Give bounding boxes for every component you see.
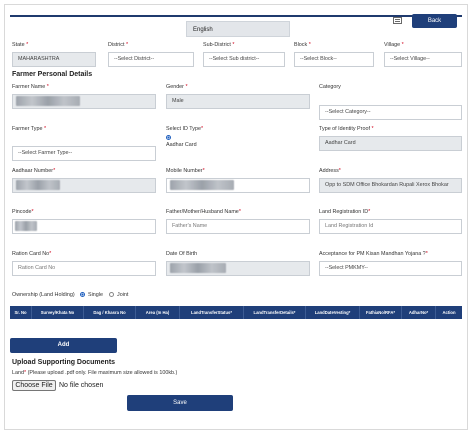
land-upload-label: Land* (Please upload .pdf only. File max…: [12, 370, 178, 376]
aadhar-option-label: Aadhar Card: [166, 142, 197, 148]
joint-label: Joint: [117, 292, 129, 298]
col-area: Area (In Ha): [136, 306, 180, 319]
keyboard-icon[interactable]: [393, 17, 402, 24]
language-select[interactable]: English: [186, 21, 290, 37]
select-id-label: Select ID Type*: [166, 126, 204, 132]
page-frame: [4, 4, 468, 430]
farmer-type-select[interactable]: --Select Farmer Type--: [12, 146, 156, 161]
block-label: Block *: [294, 42, 311, 48]
col-adhar: AdharNo*: [402, 306, 436, 319]
single-label: Single: [88, 292, 103, 298]
col-transfer-details: LandTransferDetails*: [244, 306, 306, 319]
pm-kisan-label: Acceptance for PM Kisan Mandhan Yojana ?…: [319, 251, 428, 257]
col-fathia: FathiaNo/RFA*: [360, 306, 402, 319]
aadhar-radio[interactable]: [166, 135, 171, 140]
redacted-name: [16, 96, 80, 106]
joint-radio[interactable]: [109, 292, 114, 297]
category-select[interactable]: --Select Category--: [319, 105, 462, 120]
subdistrict-label: Sub-District *: [203, 42, 235, 48]
identity-proof-field[interactable]: Aadhar Card: [319, 136, 462, 151]
aadhaar-number-label: Aadhaar Number*: [12, 168, 56, 174]
district-label: District *: [108, 42, 129, 48]
ration-card-input[interactable]: Ration Card No: [12, 261, 156, 276]
ownership-label: Ownership (Land Holding): [12, 292, 75, 298]
village-label: Village *: [384, 42, 404, 48]
redacted-dob: [170, 263, 226, 273]
category-label: Category: [319, 84, 341, 90]
dob-label: Date Of Birth: [166, 251, 198, 257]
no-file-text: No file chosen: [59, 382, 104, 389]
district-select[interactable]: --Select District--: [108, 52, 194, 67]
address-field[interactable]: Opp to SDM Office Bhokardan Rupali Xerox…: [319, 178, 462, 193]
back-button[interactable]: Back: [412, 14, 457, 28]
village-select[interactable]: --Select Village--: [384, 52, 462, 67]
gender-field[interactable]: Male: [166, 94, 310, 109]
col-transfer-status: LandTransferStatus*: [180, 306, 244, 319]
identity-proof-label: Type of Identity Proof *: [319, 126, 374, 132]
block-select[interactable]: --Select Block--: [294, 52, 374, 67]
personal-details-title: Farmer Personal Details: [12, 71, 93, 78]
redacted-aadhaar: [16, 180, 60, 190]
pincode-label: Pincode*: [12, 209, 34, 215]
col-action: Action: [442, 310, 456, 315]
upload-title: Upload Supporting Documents: [12, 359, 116, 366]
col-dag: Dag / Khasra No: [84, 306, 136, 319]
father-name-input[interactable]: Father's Name: [166, 219, 310, 234]
pm-kisan-select[interactable]: --Select PMKMY--: [319, 261, 462, 276]
col-sr-no: Sr. No: [10, 306, 32, 319]
land-registration-input[interactable]: Land Registration Id: [319, 219, 462, 234]
col-date-vesting: LandDateVesting*: [306, 306, 360, 319]
farmer-type-label: Farmer Type *: [12, 126, 47, 132]
choose-file-button[interactable]: Choose File: [12, 380, 56, 391]
farmer-name-label: Farmer Name *: [12, 84, 49, 90]
single-radio[interactable]: [80, 292, 85, 297]
mobile-label: Mobile Number*: [166, 168, 205, 174]
save-button[interactable]: Save: [127, 395, 233, 411]
state-label: State *: [12, 42, 29, 48]
ration-card-label: Ration Card No*: [12, 251, 52, 257]
redacted-pincode: [15, 221, 37, 231]
add-button[interactable]: Add: [10, 338, 117, 353]
state-field[interactable]: MAHARASHTRA: [12, 52, 96, 67]
gender-label: Gender *: [166, 84, 188, 90]
land-registration-label: Land Registration ID*: [319, 209, 371, 215]
redacted-mobile: [170, 180, 234, 190]
address-label: Address*: [319, 168, 341, 174]
father-name-label: Father/Mother/Husband Name*: [166, 209, 241, 215]
land-table-header: Sr. No Survey/Khata No Dag / Khasra No A…: [10, 306, 462, 319]
col-survey: Survey/Khata No: [32, 306, 84, 319]
subdistrict-select[interactable]: --Select Sub district--: [203, 52, 285, 67]
